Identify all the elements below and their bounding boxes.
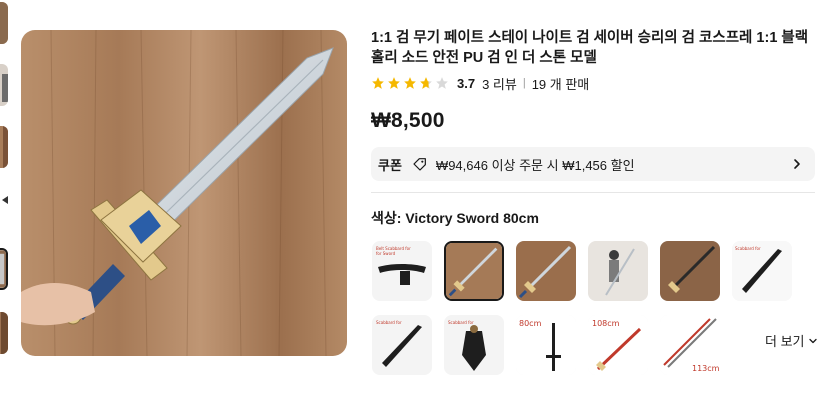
thumbnail-strip <box>0 0 10 394</box>
star-rating[interactable] <box>371 76 449 90</box>
review-count-link[interactable]: 3 리뷰 <box>482 74 517 93</box>
thumbnail[interactable] <box>0 64 8 106</box>
chevron-right-icon <box>791 158 803 170</box>
variant-option[interactable]: Scabbard for <box>732 241 792 301</box>
tag-icon <box>412 156 428 172</box>
variant-caption: 113cm <box>692 364 720 373</box>
star-icon <box>387 76 401 90</box>
variant-caption: Scabbard for <box>735 246 761 251</box>
variant-option[interactable]: Scabbard for <box>372 315 432 375</box>
variant-option[interactable]: Belt Scabbard for for Sword <box>372 241 432 301</box>
sold-count: 19 개 판매 <box>531 76 590 92</box>
rating-row: 3.7 3 리뷰 | 19 개 판매 <box>371 74 821 92</box>
variant-option[interactable] <box>660 241 720 301</box>
product-title: 1:1 검 무기 페이트 스테이 나이트 검 세이버 승리의 검 코스프레 1:… <box>371 30 809 66</box>
show-more-label: 더 보기 <box>765 334 805 349</box>
variant-option[interactable] <box>588 241 648 301</box>
rating-value: 3.7 <box>457 75 476 91</box>
divider: | <box>522 77 526 89</box>
show-more-button[interactable]: 더 보기 <box>765 331 818 350</box>
star-empty-icon <box>435 76 449 90</box>
star-icon <box>371 76 385 90</box>
thumbnail[interactable] <box>0 312 8 354</box>
coupon-label: 쿠폰 <box>378 157 402 173</box>
color-label: 색상: <box>371 210 402 226</box>
variant-option-selected[interactable] <box>444 241 504 301</box>
star-half-icon <box>419 76 433 90</box>
star-icon <box>403 76 417 90</box>
thumbnail-selected[interactable] <box>0 248 8 290</box>
variant-option[interactable]: Scabbard for <box>444 315 504 375</box>
thumbnail[interactable] <box>0 126 8 168</box>
variant-grid: Belt Scabbard for for Sword Scabbard for … <box>372 241 832 381</box>
variant-option[interactable] <box>516 241 576 301</box>
selected-color-value: Victory Sword 80cm <box>405 210 539 226</box>
coupon-text: ₩94,646 이상 주문 시 ₩1,456 할인 <box>435 157 635 173</box>
svg-text:Scabbard for: Scabbard for <box>376 320 402 325</box>
product-info: 1:1 검 무기 페이트 스테이 나이트 검 세이버 승리의 검 코스프레 1:… <box>371 28 821 228</box>
main-product-image[interactable] <box>21 30 347 356</box>
variant-option[interactable]: 108cm <box>588 315 648 375</box>
thumbnail[interactable] <box>0 2 8 44</box>
svg-text:for Sword: for Sword <box>376 251 396 256</box>
section-divider <box>371 192 815 193</box>
chevron-down-icon <box>808 338 817 343</box>
thumbnail[interactable] <box>0 188 8 230</box>
variant-option[interactable]: 113cm <box>660 315 720 375</box>
coupon-banner[interactable]: 쿠폰 ₩94,646 이상 주문 시 ₩1,456 할인 <box>371 147 815 181</box>
price: ₩8,500 <box>371 109 445 132</box>
variant-caption: 80cm <box>519 319 542 328</box>
variant-caption: 108cm <box>592 319 620 328</box>
color-selection-label: 색상: Victory Sword 80cm <box>371 208 821 228</box>
variant-option[interactable]: 80cm <box>516 315 576 375</box>
svg-text:Scabbard for: Scabbard for <box>448 320 474 325</box>
